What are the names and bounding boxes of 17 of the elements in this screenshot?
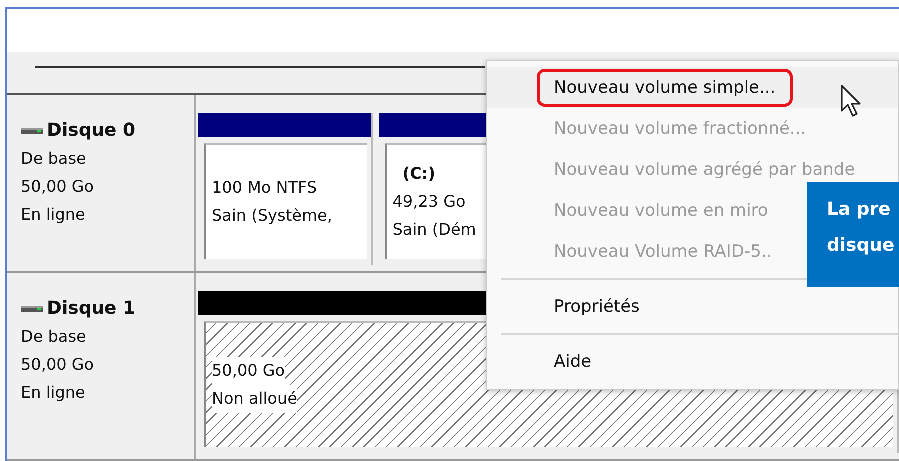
partition-status: Sain (Système, [212,204,332,227]
disk-name: Disque 0 [47,118,136,143]
disk-name: Disque 1 [47,297,136,322]
disk-type: De base [21,326,88,348]
partition-size: 50,00 Go [212,357,286,386]
disk-status: En ligne [21,204,86,226]
disk-status: En ligne [21,382,86,404]
partition-status: Sain (Dém [392,218,476,241]
disk-size: 50,00 Go [21,354,96,376]
partition-status: Non alloué [212,385,298,414]
partition-size: 100 Mo NTFS [212,176,318,199]
partition-size: 49,23 Go [392,190,466,213]
callout-text: disque [827,234,896,258]
partition-label: (C:) [402,162,436,185]
callout-text: La pre [827,198,892,222]
disk-type: De base [21,148,88,170]
disk-size: 50,00 Go [21,176,96,198]
